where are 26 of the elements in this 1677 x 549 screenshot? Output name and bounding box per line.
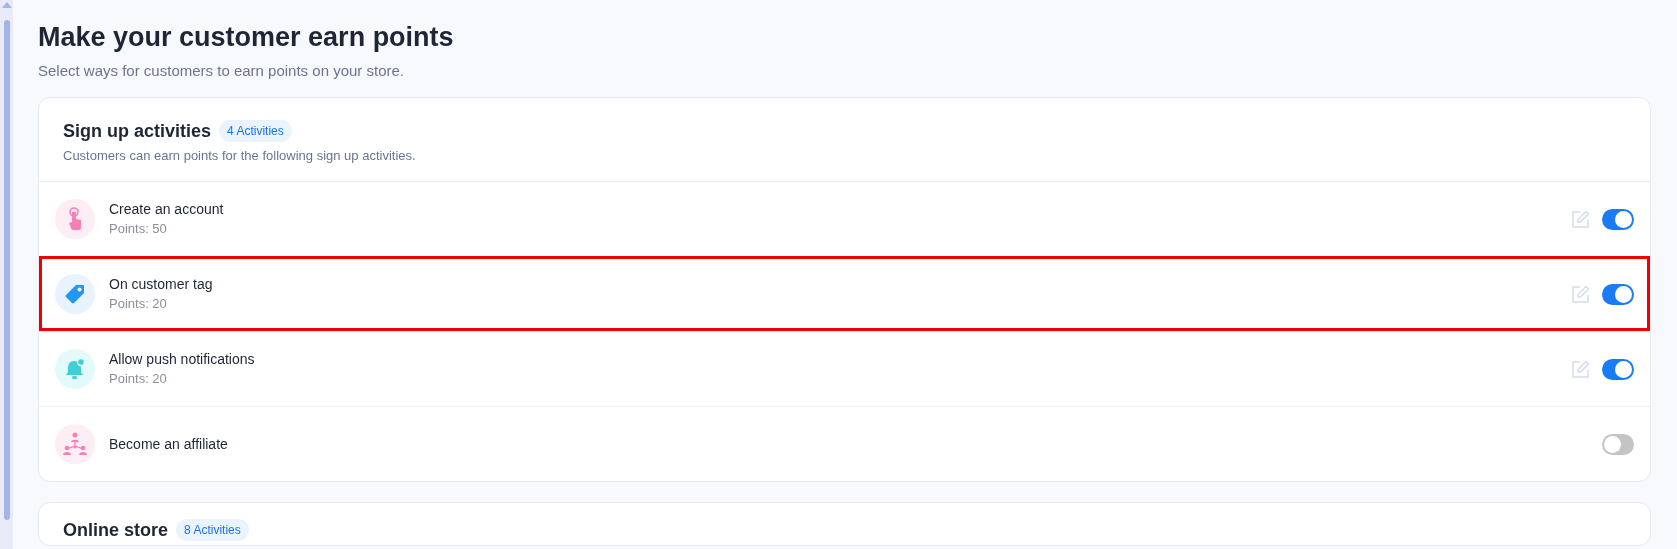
- pointing-hand-icon: [67, 207, 83, 231]
- toggle-switch[interactable]: [1602, 433, 1634, 455]
- toggle-switch[interactable]: [1602, 358, 1634, 380]
- scrollbar[interactable]: [0, 0, 13, 549]
- count-badge: 8 Activities: [176, 519, 249, 541]
- page-title: Make your customer earn points: [38, 21, 455, 54]
- bell-icon: [63, 357, 87, 381]
- edit-button[interactable]: [1571, 284, 1590, 304]
- points-label: Points: 50: [109, 220, 168, 238]
- toggle-switch[interactable]: [1602, 283, 1634, 305]
- tag-icon: [64, 283, 86, 305]
- edit-button[interactable]: [1571, 209, 1590, 229]
- section-title: Sign up activities: [63, 119, 212, 142]
- edit-button[interactable]: [1571, 359, 1590, 379]
- count-badge: 4 Activities: [219, 119, 292, 142]
- points-label: Points: 20: [109, 370, 168, 388]
- activity-name: Allow push notifications: [109, 350, 256, 369]
- section-description: Customers can earn points for the following sign up activities.: [63, 146, 417, 165]
- activity-name: Create an account: [109, 200, 225, 219]
- activity-name: On customer tag: [109, 275, 214, 294]
- activity-name: Become an affiliate: [109, 435, 229, 454]
- section-title: Online store: [63, 519, 169, 541]
- points-label: Points: 20: [109, 295, 168, 313]
- toggle-switch[interactable]: [1602, 208, 1634, 230]
- page-subtitle: Select ways for customers to earn points on your store.: [38, 61, 405, 81]
- network-people-icon: [62, 432, 88, 456]
